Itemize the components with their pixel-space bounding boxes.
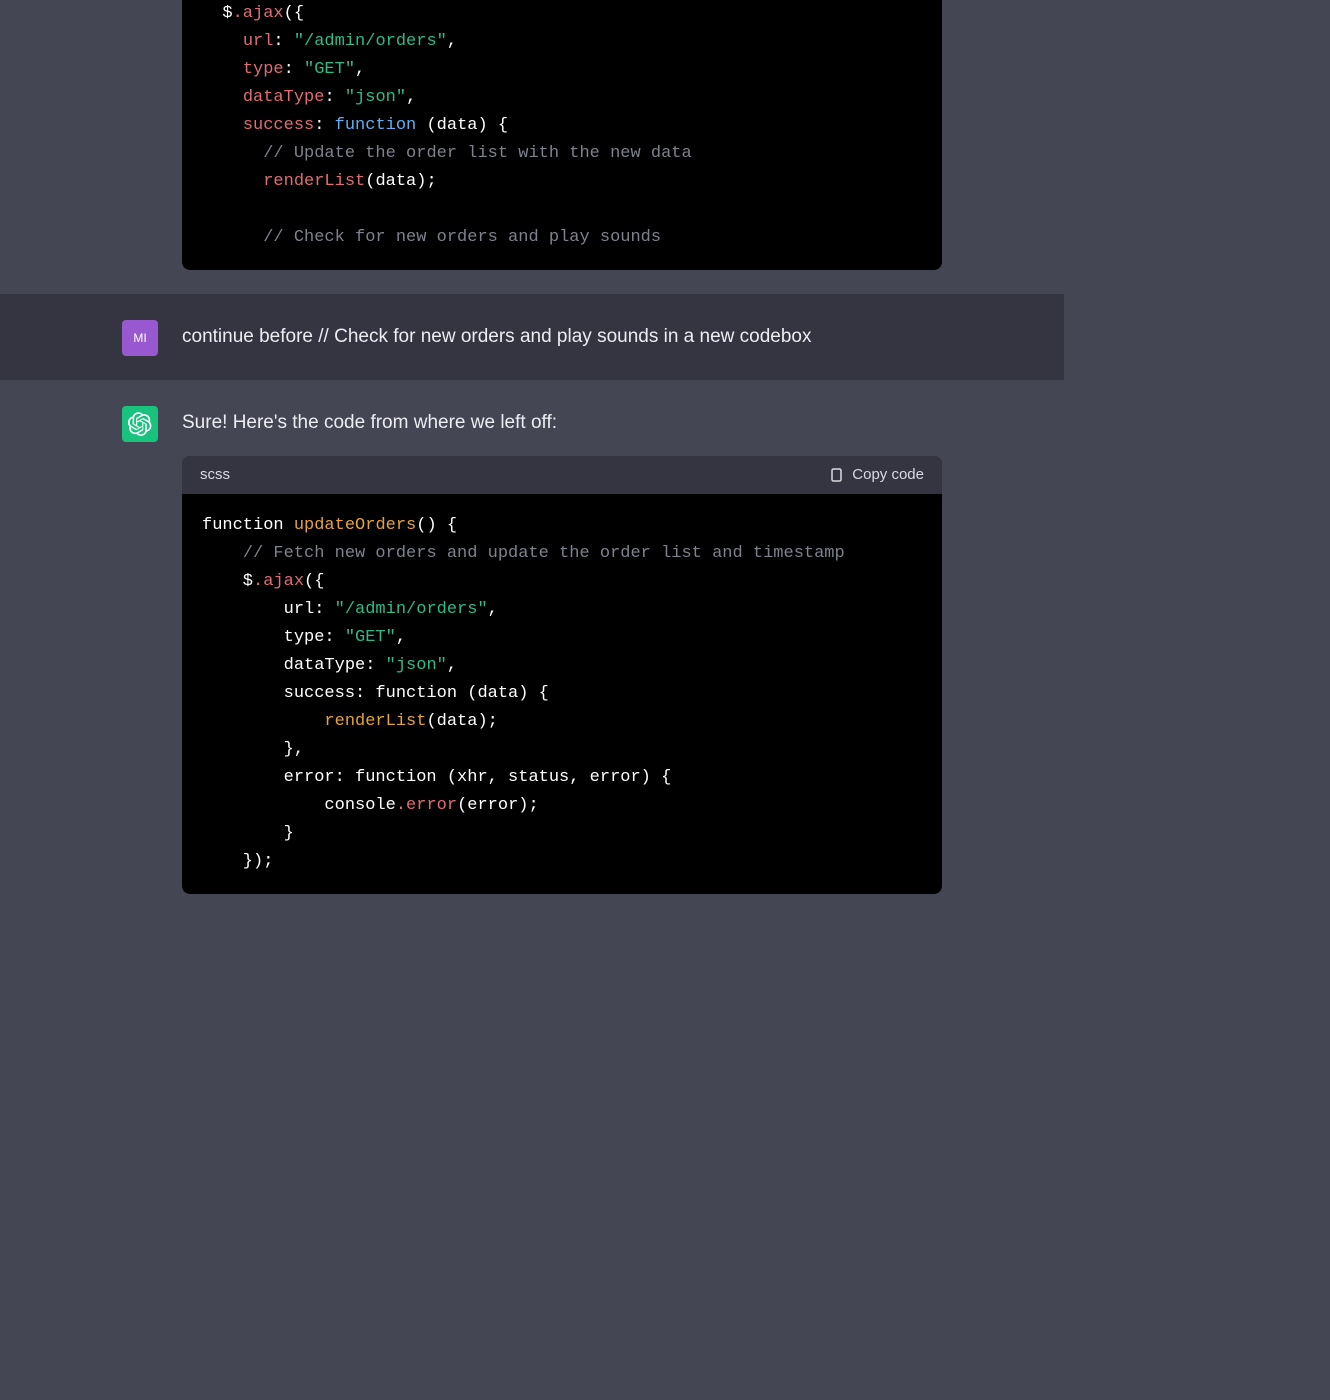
code-content[interactable]: function updateOrders() { // Fetch new o… [182, 494, 942, 895]
user-text: continue before // Check for new orders … [182, 318, 942, 351]
clipboard-icon [826, 466, 844, 484]
token-success-key: success [243, 116, 314, 135]
token-url-val: "/admin/orders" [294, 32, 447, 51]
assistant-message-prev: $.ajax({ url: "/admin/orders", type: "GE… [0, 0, 1064, 294]
token-comment: // Fetch new orders and update the order… [243, 544, 845, 563]
token-comment-2: // Check for new orders and play sounds [263, 228, 661, 247]
token-type-key: type [243, 60, 284, 79]
assistant-text: Sure! Here's the code from where we left… [182, 404, 942, 437]
copy-code-button[interactable]: Copy code [826, 466, 924, 484]
avatar-spacer [122, 0, 158, 270]
token-type-val: "GET" [304, 60, 355, 79]
token-datatype: "json" [386, 656, 447, 675]
token-ajax: .ajax [233, 4, 284, 23]
user-avatar: MI [122, 320, 158, 356]
token-renderlist: renderList [263, 172, 365, 191]
token-error: .error [396, 796, 457, 815]
code-lang-label: scss [200, 466, 230, 483]
assistant-avatar [122, 406, 158, 442]
token-renderlist: renderList [324, 712, 426, 731]
token-url-key: url [243, 32, 274, 51]
token-type: "GET" [345, 628, 396, 647]
user-message: MI continue before // Check for new orde… [0, 294, 1064, 380]
token-url: "/admin/orders" [335, 600, 488, 619]
token-ajax: .ajax [253, 572, 304, 591]
token-fn-name: updateOrders [294, 516, 416, 535]
assistant-message: Sure! Here's the code from where we left… [0, 380, 1064, 918]
token-comment-1: // Update the order list with the new da… [263, 144, 691, 163]
code-block: scss Copy code function updateOrders() {… [182, 456, 942, 895]
token-datatype-val: "json" [345, 88, 406, 107]
token-function-kw: function [335, 116, 417, 135]
token-datatype-key: dataType [243, 88, 325, 107]
copy-code-label: Copy code [852, 466, 924, 483]
openai-logo-icon [128, 412, 152, 436]
code-block-partial: $.ajax({ url: "/admin/orders", type: "GE… [182, 0, 942, 270]
code-block-header: scss Copy code [182, 456, 942, 494]
